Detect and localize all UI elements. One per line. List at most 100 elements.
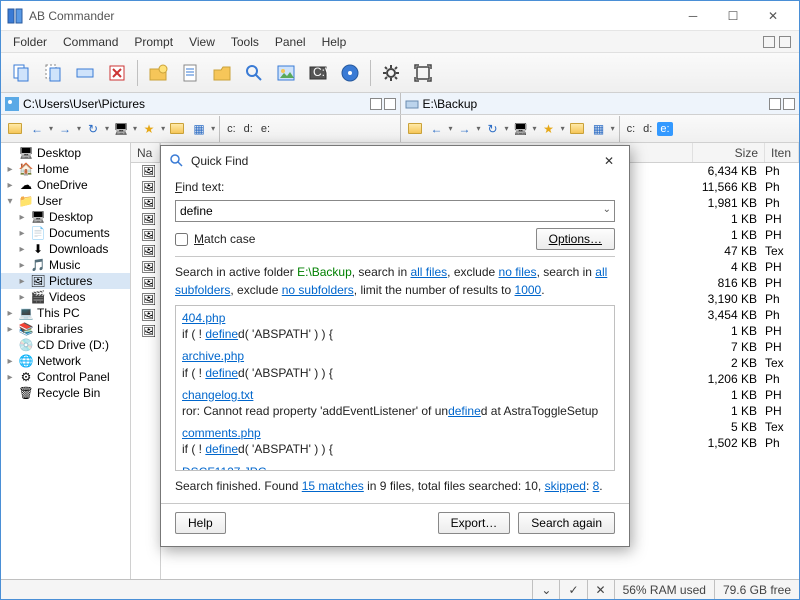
- search-icon[interactable]: [240, 59, 268, 87]
- tree-item[interactable]: ▸📄Documents: [1, 225, 130, 241]
- drive-d[interactable]: d:: [241, 122, 256, 136]
- open-folder-icon[interactable]: [208, 59, 236, 87]
- view-icon[interactable]: ▦: [189, 119, 209, 139]
- result-file-link[interactable]: archive.php: [182, 348, 608, 364]
- drive-d[interactable]: d:: [640, 122, 655, 136]
- tree-item[interactable]: 🗑Recycle Bin: [1, 385, 130, 401]
- col-name[interactable]: Na: [131, 143, 160, 162]
- dialog-close-button[interactable]: ✕: [597, 149, 621, 173]
- drive-e[interactable]: e:: [258, 122, 273, 136]
- monitor-icon[interactable]: 🖥: [511, 119, 531, 139]
- back-icon[interactable]: ←: [427, 119, 447, 139]
- status-dropdown[interactable]: ⌄: [532, 580, 559, 599]
- no-files-link[interactable]: no files: [499, 265, 537, 279]
- layout-icon-1[interactable]: [763, 36, 775, 48]
- tree-item[interactable]: ▸🎵Music: [1, 257, 130, 273]
- search-icon: [169, 153, 185, 169]
- left-pane[interactable]: Na 🖼🖼🖼🖼🖼🖼🖼🖼🖼🖼🖼: [131, 143, 161, 579]
- view-icon[interactable]: ▦: [589, 119, 609, 139]
- match-case-checkbox[interactable]: [175, 233, 188, 246]
- forward-icon[interactable]: →: [55, 119, 75, 139]
- delete-icon[interactable]: [103, 59, 131, 87]
- right-path-input[interactable]: [423, 97, 766, 111]
- search-again-button[interactable]: Search again: [518, 512, 615, 534]
- tree-item[interactable]: 🖥Desktop: [1, 145, 130, 161]
- back-icon[interactable]: ←: [27, 119, 47, 139]
- left-path-input[interactable]: [23, 97, 366, 111]
- forward-icon[interactable]: →: [455, 119, 475, 139]
- folder-tree[interactable]: 🖥Desktop▸🏠Home▸☁OneDrive▾📁User▸🖥Desktop▸…: [1, 143, 131, 579]
- tree-item[interactable]: ▸🖼Pictures: [1, 273, 130, 289]
- maximize-button[interactable]: ☐: [713, 2, 753, 30]
- help-button[interactable]: Help: [175, 512, 226, 534]
- menu-tools[interactable]: Tools: [223, 32, 267, 52]
- new-folder-icon[interactable]: [144, 59, 172, 87]
- result-file-link[interactable]: DSCF1127.JPG: [182, 464, 608, 472]
- folder-icon[interactable]: [167, 119, 187, 139]
- tree-item[interactable]: ▸☁OneDrive: [1, 177, 130, 193]
- tree-item[interactable]: ▸📚Libraries: [1, 321, 130, 337]
- skipped-link[interactable]: skipped: [545, 479, 586, 493]
- disk-icon[interactable]: [336, 59, 364, 87]
- col-size[interactable]: Size: [693, 143, 765, 162]
- favorite-icon[interactable]: ★: [139, 119, 159, 139]
- refresh-icon[interactable]: ↻: [483, 119, 503, 139]
- matches-link[interactable]: 15 matches: [302, 479, 364, 493]
- dialog-footer: Help Export… Search again: [161, 504, 629, 546]
- menu-folder[interactable]: Folder: [5, 32, 55, 52]
- copy-icon[interactable]: [7, 59, 35, 87]
- close-button[interactable]: ✕: [753, 2, 793, 30]
- path-icon[interactable]: [370, 98, 382, 110]
- path-icon[interactable]: [769, 98, 781, 110]
- drive-c[interactable]: c:: [624, 122, 639, 136]
- refresh-icon[interactable]: ↻: [83, 119, 103, 139]
- folder-up-icon[interactable]: [5, 119, 25, 139]
- result-file-link[interactable]: comments.php: [182, 425, 608, 441]
- folder-up-icon[interactable]: [405, 119, 425, 139]
- tree-item[interactable]: ▸⬇Downloads: [1, 241, 130, 257]
- options-button[interactable]: Options…: [536, 228, 615, 250]
- fullscreen-icon[interactable]: [409, 59, 437, 87]
- drive-e[interactable]: e:: [657, 122, 672, 136]
- minimize-button[interactable]: ─: [673, 2, 713, 30]
- rename-icon[interactable]: [71, 59, 99, 87]
- menu-view[interactable]: View: [181, 32, 223, 52]
- menu-help[interactable]: Help: [314, 32, 355, 52]
- menu-prompt[interactable]: Prompt: [126, 32, 181, 52]
- folder-icon[interactable]: [567, 119, 587, 139]
- svg-text:C:\: C:\: [313, 65, 328, 79]
- new-file-icon[interactable]: [176, 59, 204, 87]
- export-button[interactable]: Export…: [438, 512, 511, 534]
- menu-panel[interactable]: Panel: [267, 32, 314, 52]
- terminal-icon[interactable]: C:\: [304, 59, 332, 87]
- find-text-input[interactable]: [175, 200, 615, 222]
- result-file-link[interactable]: 404.php: [182, 310, 608, 326]
- tree-item[interactable]: ▸🎬Videos: [1, 289, 130, 305]
- status-close[interactable]: ✕: [587, 580, 614, 599]
- layout-icon-2[interactable]: [779, 36, 791, 48]
- image-icon[interactable]: [272, 59, 300, 87]
- path-icon[interactable]: [783, 98, 795, 110]
- tree-item[interactable]: ▸⚙Control Panel: [1, 369, 130, 385]
- menu-command[interactable]: Command: [55, 32, 126, 52]
- tree-item[interactable]: 💿CD Drive (D:): [1, 337, 130, 353]
- status-check[interactable]: ✓: [559, 580, 586, 599]
- results-list[interactable]: 404.phpif ( ! defined( 'ABSPATH' ) ) {ar…: [175, 305, 615, 471]
- tree-item[interactable]: ▸💻This PC: [1, 305, 130, 321]
- no-subfolders-link[interactable]: no subfolders: [282, 283, 354, 297]
- dropdown-icon[interactable]: ⌄: [603, 204, 611, 215]
- result-file-link[interactable]: changelog.txt: [182, 387, 608, 403]
- tree-item[interactable]: ▸🌐Network: [1, 353, 130, 369]
- tree-item[interactable]: ▸🖥Desktop: [1, 209, 130, 225]
- tree-item[interactable]: ▾📁User: [1, 193, 130, 209]
- path-icon[interactable]: [384, 98, 396, 110]
- col-item[interactable]: Iten: [765, 143, 799, 162]
- settings-icon[interactable]: [377, 59, 405, 87]
- drive-c[interactable]: c:: [224, 122, 239, 136]
- monitor-icon[interactable]: 🖥: [111, 119, 131, 139]
- limit-link[interactable]: 1000: [515, 283, 542, 297]
- move-icon[interactable]: [39, 59, 67, 87]
- all-files-link[interactable]: all files: [410, 265, 447, 279]
- tree-item[interactable]: ▸🏠Home: [1, 161, 130, 177]
- favorite-icon[interactable]: ★: [539, 119, 559, 139]
